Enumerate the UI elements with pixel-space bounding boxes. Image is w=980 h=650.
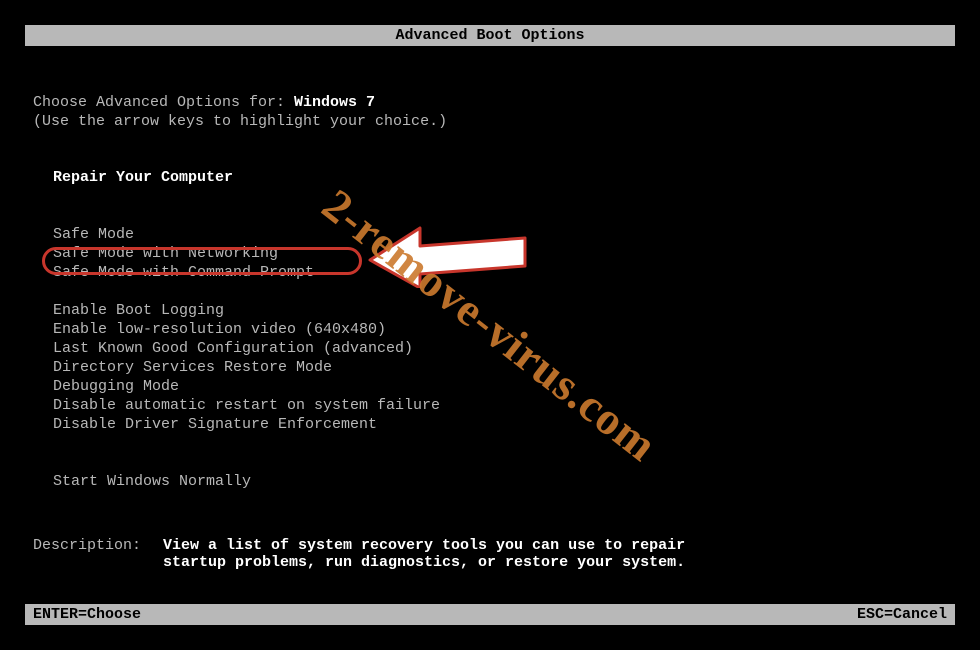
footer-bar: ENTER=Choose ESC=Cancel	[25, 604, 955, 625]
footer-esc: ESC=Cancel	[857, 606, 947, 623]
menu-item-repair[interactable]: Repair Your Computer	[53, 168, 947, 187]
prompt-line: Choose Advanced Options for: Windows 7	[33, 94, 947, 111]
instruction-text: (Use the arrow keys to highlight your ch…	[33, 113, 947, 130]
menu-item-safe-mode[interactable]: Safe Mode	[53, 225, 947, 244]
menu-item-start-normally[interactable]: Start Windows Normally	[53, 472, 947, 491]
menu-item-low-res[interactable]: Enable low-resolution video (640x480)	[53, 320, 947, 339]
prompt-label: Choose Advanced Options for:	[33, 94, 294, 111]
title-bar: Advanced Boot Options	[25, 25, 955, 46]
menu-item-safe-mode-networking[interactable]: Safe Mode with Networking	[53, 244, 947, 263]
window-title: Advanced Boot Options	[395, 27, 584, 44]
description-line2: startup problems, run diagnostics, or re…	[163, 554, 685, 571]
description-text: View a list of system recovery tools you…	[163, 537, 685, 571]
description-label: Description:	[33, 537, 163, 571]
footer-enter: ENTER=Choose	[33, 606, 141, 623]
description-line1: View a list of system recovery tools you…	[163, 537, 685, 554]
boot-screen: Advanced Boot Options Choose Advanced Op…	[25, 25, 955, 625]
menu-item-disable-restart[interactable]: Disable automatic restart on system fail…	[53, 396, 947, 415]
content-area: Choose Advanced Options for: Windows 7 (…	[25, 46, 955, 581]
description-block: Description: View a list of system recov…	[33, 537, 947, 571]
menu-item-last-known-good[interactable]: Last Known Good Configuration (advanced)	[53, 339, 947, 358]
menu-item-directory-services[interactable]: Directory Services Restore Mode	[53, 358, 947, 377]
boot-menu: Repair Your Computer Safe Mode Safe Mode…	[33, 168, 947, 491]
menu-item-debugging[interactable]: Debugging Mode	[53, 377, 947, 396]
menu-item-safe-mode-cmd[interactable]: Safe Mode with Command Prompt	[53, 263, 947, 282]
menu-item-disable-driver-sig[interactable]: Disable Driver Signature Enforcement	[53, 415, 947, 434]
menu-item-boot-logging[interactable]: Enable Boot Logging	[53, 301, 947, 320]
os-name: Windows 7	[294, 94, 375, 111]
